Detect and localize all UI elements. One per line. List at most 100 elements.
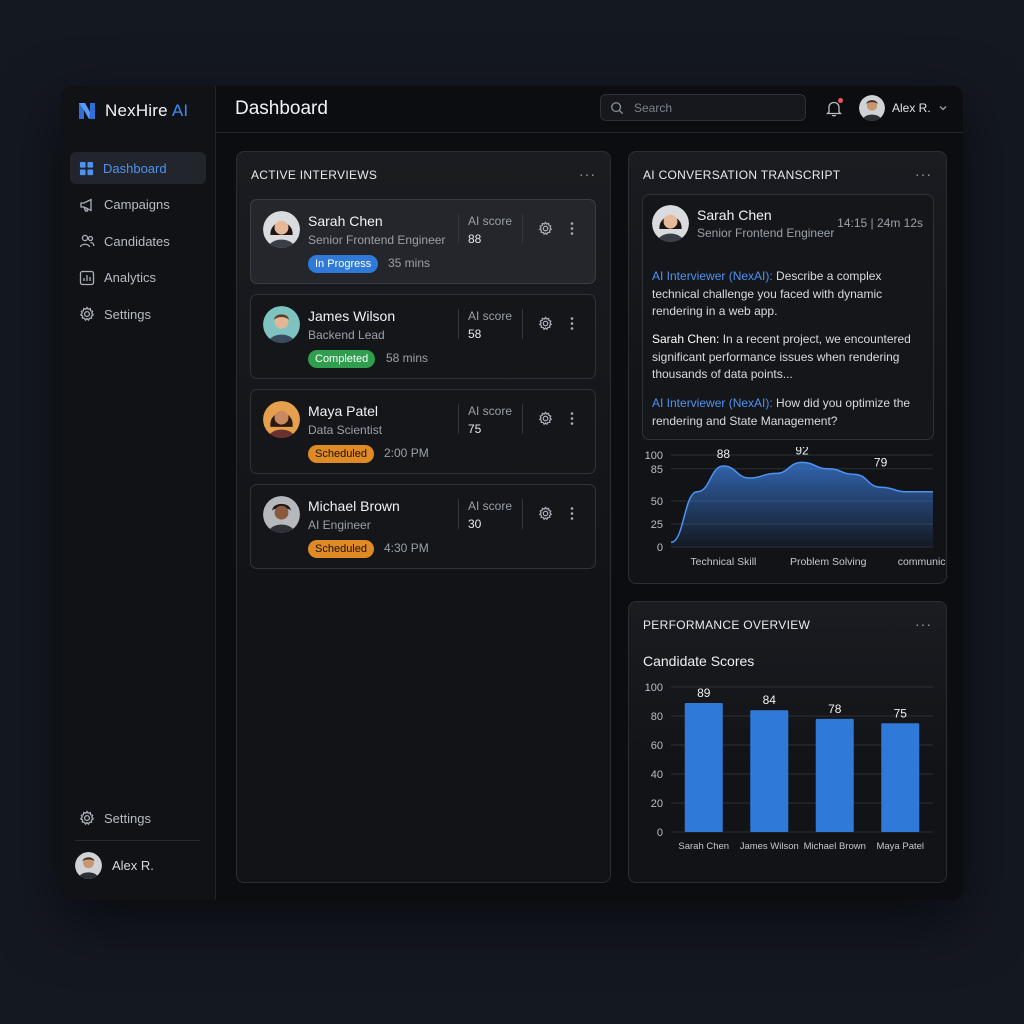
gear-icon[interactable] (538, 316, 553, 331)
transcript-message: AI Interviewer (NexAI): Describe a compl… (652, 268, 926, 321)
y-tick-label: 40 (651, 769, 663, 781)
top-header: Dashboard Alex R. (216, 86, 963, 133)
ai-score-label: AI score (468, 404, 513, 418)
candidate-role: AI Engineer (308, 518, 371, 532)
sidebar: NexHire AI Dashboard Campaigns Candidate… (61, 86, 216, 900)
y-tick-label: 100 (645, 450, 663, 462)
divider (458, 404, 459, 434)
y-tick-label: 25 (651, 519, 663, 531)
sidebar-user-name: Alex R. (112, 858, 154, 873)
candidate-scores-bar-chart: Candidate Scores 0 20 40 60 80 100 89 Sarah Chen… (643, 653, 933, 852)
sidebar-item-analytics[interactable]: Analytics (70, 262, 206, 294)
more-options-button[interactable]: ··· (915, 166, 932, 182)
sidebar-user[interactable]: Alex R. (75, 852, 154, 879)
gear-icon[interactable] (538, 221, 553, 236)
status-badge: In Progress (308, 255, 379, 273)
sidebar-item-campaigns[interactable]: Campaigns (70, 189, 206, 221)
interview-card[interactable]: Sarah Chen Senior Frontend Engineer In P… (250, 199, 596, 284)
divider (522, 214, 523, 244)
x-tick-label: Michael Brown (804, 841, 866, 852)
y-tick-label: 85 (651, 464, 663, 476)
avatar (263, 306, 300, 343)
gear-icon (79, 810, 95, 826)
data-label: 78 (828, 702, 842, 716)
transcript-panel: AI CONVERSATION TRANSCRIPT ··· Sarah Che… (628, 151, 947, 584)
gear-icon[interactable] (538, 506, 553, 521)
data-label: 75 (894, 706, 908, 720)
kebab-menu-icon[interactable] (569, 411, 575, 426)
notification-dot (838, 98, 843, 103)
interview-card[interactable]: Maya Patel Data Scientist Scheduled 2:00… (250, 389, 596, 474)
status-badge: Scheduled (308, 540, 374, 558)
search-icon (611, 101, 624, 114)
gear-icon[interactable] (538, 411, 553, 426)
transcript-message: Sarah Chen: In a recent project, we enco… (652, 331, 926, 384)
users-icon (79, 234, 95, 248)
y-tick-label: 0 (657, 827, 663, 839)
transcript-candidate-role: Senior Frontend Engineer (697, 226, 835, 240)
page-title: Dashboard (235, 98, 328, 119)
sidebar-item-settings[interactable]: Settings (70, 298, 206, 330)
sidebar-item-label: Candidates (104, 233, 170, 249)
avatar (263, 401, 300, 438)
sidebar-divider (75, 840, 200, 841)
interview-card[interactable]: James Wilson Backend Lead Completed 58 m… (250, 294, 596, 379)
avatar (263, 211, 300, 248)
divider (458, 214, 459, 244)
divider (458, 499, 459, 529)
sidebar-nav: Dashboard Campaigns Candidates Analytics… (70, 152, 206, 335)
chevron-down-icon (939, 106, 947, 111)
more-options-button[interactable]: ··· (579, 166, 596, 182)
x-tick-label: Technical Skill (690, 556, 756, 568)
avatar (263, 496, 300, 533)
avatar (75, 852, 102, 879)
data-label: 79 (874, 455, 888, 469)
sidebar-item-dashboard[interactable]: Dashboard (70, 152, 206, 184)
header-user-name: Alex R. (892, 101, 931, 115)
skill-area-chart: 0 25 50 85 100 88 92 79 Technical Skill Problem S… (645, 447, 946, 568)
candidate-role: Senior Frontend Engineer (308, 233, 446, 247)
interview-time: 2:00 PM (384, 446, 429, 460)
ai-score-label: AI score (468, 499, 513, 513)
header-user-menu[interactable]: Alex R. (859, 95, 948, 121)
area-fill (671, 462, 933, 547)
y-tick-label: 60 (651, 740, 663, 752)
search-box[interactable] (600, 94, 806, 121)
candidate-name: Michael Brown (308, 498, 400, 514)
speaker-label: AI Interviewer (NexAI): (652, 396, 773, 410)
data-label: 84 (763, 693, 777, 707)
gear-icon (79, 306, 95, 322)
kebab-menu-icon[interactable] (569, 316, 575, 331)
chart-title: Candidate Scores (643, 653, 754, 669)
x-tick-label: Maya Patel (876, 841, 924, 852)
kebab-menu-icon[interactable] (569, 221, 575, 236)
y-tick-label: 0 (657, 542, 663, 554)
sidebar-item-label: Settings (104, 306, 151, 322)
data-label: 88 (717, 447, 731, 461)
transcript-candidate-name: Sarah Chen (697, 207, 772, 223)
performance-panel: PERFORMANCE OVERVIEW ··· Candidate Score… (628, 601, 947, 883)
interview-card[interactable]: Michael Brown AI Engineer Scheduled 4:30… (250, 484, 596, 569)
kebab-menu-icon[interactable] (569, 506, 575, 521)
interview-duration: 35 mins (388, 256, 431, 270)
brand-logo[interactable]: NexHire AI (77, 100, 188, 122)
search-input[interactable] (632, 99, 786, 116)
sidebar-item-label: Dashboard (103, 160, 167, 176)
ai-score-value: 75 (468, 422, 482, 436)
ai-score-value: 58 (468, 327, 482, 341)
candidate-name: Sarah Chen (308, 213, 383, 229)
data-label: 92 (795, 447, 809, 457)
interview-duration: 58 mins (386, 351, 429, 365)
bar (750, 710, 789, 832)
candidate-role: Backend Lead (308, 328, 385, 342)
divider (522, 404, 523, 434)
ai-score-value: 88 (468, 232, 482, 246)
y-tick-label: 50 (651, 496, 663, 508)
data-label: 89 (697, 686, 711, 700)
grid-icon (79, 161, 94, 175)
sidebar-item-candidates[interactable]: Candidates (70, 225, 206, 257)
sidebar-bottom-settings[interactable]: Settings (70, 802, 206, 834)
candidate-role: Data Scientist (308, 423, 383, 437)
more-options-button[interactable]: ··· (915, 616, 932, 632)
bar (881, 723, 920, 832)
